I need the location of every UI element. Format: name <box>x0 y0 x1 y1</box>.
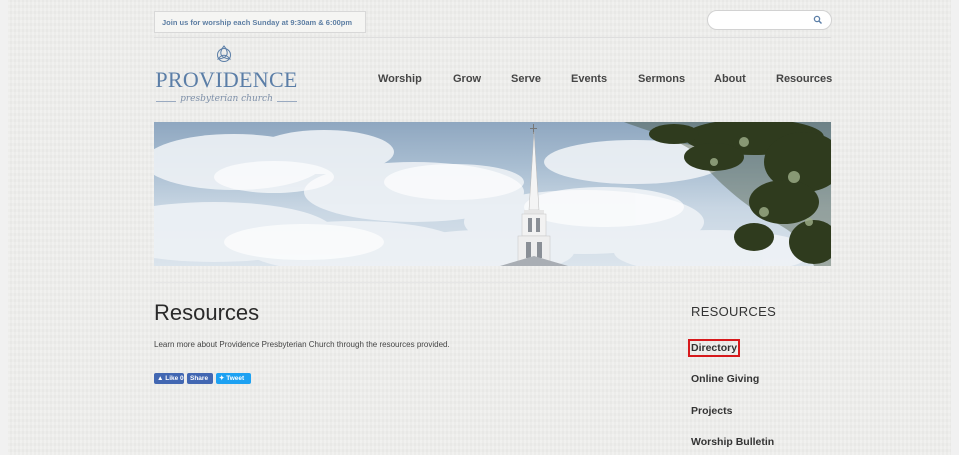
hero-banner <box>154 122 831 266</box>
nav-grow[interactable]: Grow <box>453 73 481 85</box>
church-logo[interactable]: PROVIDENCE presbyterian church <box>154 44 304 110</box>
nav-worship[interactable]: Worship <box>378 73 422 85</box>
sidebar-link-worship-bulletin[interactable]: Worship Bulletin <box>691 436 774 448</box>
twitter-bird-icon: ✦ <box>219 375 225 382</box>
nav-sermons[interactable]: Sermons <box>638 73 685 85</box>
worship-announcement: Join us for worship each Sunday at 9:30a… <box>154 11 366 33</box>
page-intro: Learn more about Providence Presbyterian… <box>154 340 450 349</box>
logo-name: PROVIDENCE <box>155 67 298 92</box>
search-input[interactable] <box>716 13 810 29</box>
trinity-knot-icon <box>216 45 232 62</box>
sidebar-link-projects[interactable]: Projects <box>691 405 732 417</box>
logo-subtitle: presbyterian church <box>154 94 299 104</box>
sidebar-link-directory[interactable]: Directory <box>687 339 741 357</box>
page-title: Resources <box>154 300 260 325</box>
thumbs-up-icon: ▲ <box>157 375 164 382</box>
nav-serve[interactable]: Serve <box>511 73 541 85</box>
content-divider <box>154 282 831 283</box>
nav-events[interactable]: Events <box>571 73 607 85</box>
facebook-like-button[interactable]: ▲ Like 0 <box>154 373 184 384</box>
search-box[interactable] <box>707 10 832 30</box>
steeple-photo <box>154 122 831 266</box>
header-divider <box>154 37 831 38</box>
sidebar-title: RESOURCES <box>691 304 777 319</box>
sidebar-link-online-giving[interactable]: Online Giving <box>691 373 759 385</box>
tweet-button[interactable]: ✦ Tweet <box>216 373 251 384</box>
page: Join us for worship each Sunday at 9:30a… <box>8 0 951 455</box>
nav-resources[interactable]: Resources <box>776 73 832 85</box>
search-icon[interactable] <box>813 15 823 25</box>
facebook-share-button[interactable]: Share <box>187 373 213 384</box>
nav-about[interactable]: About <box>714 73 746 85</box>
